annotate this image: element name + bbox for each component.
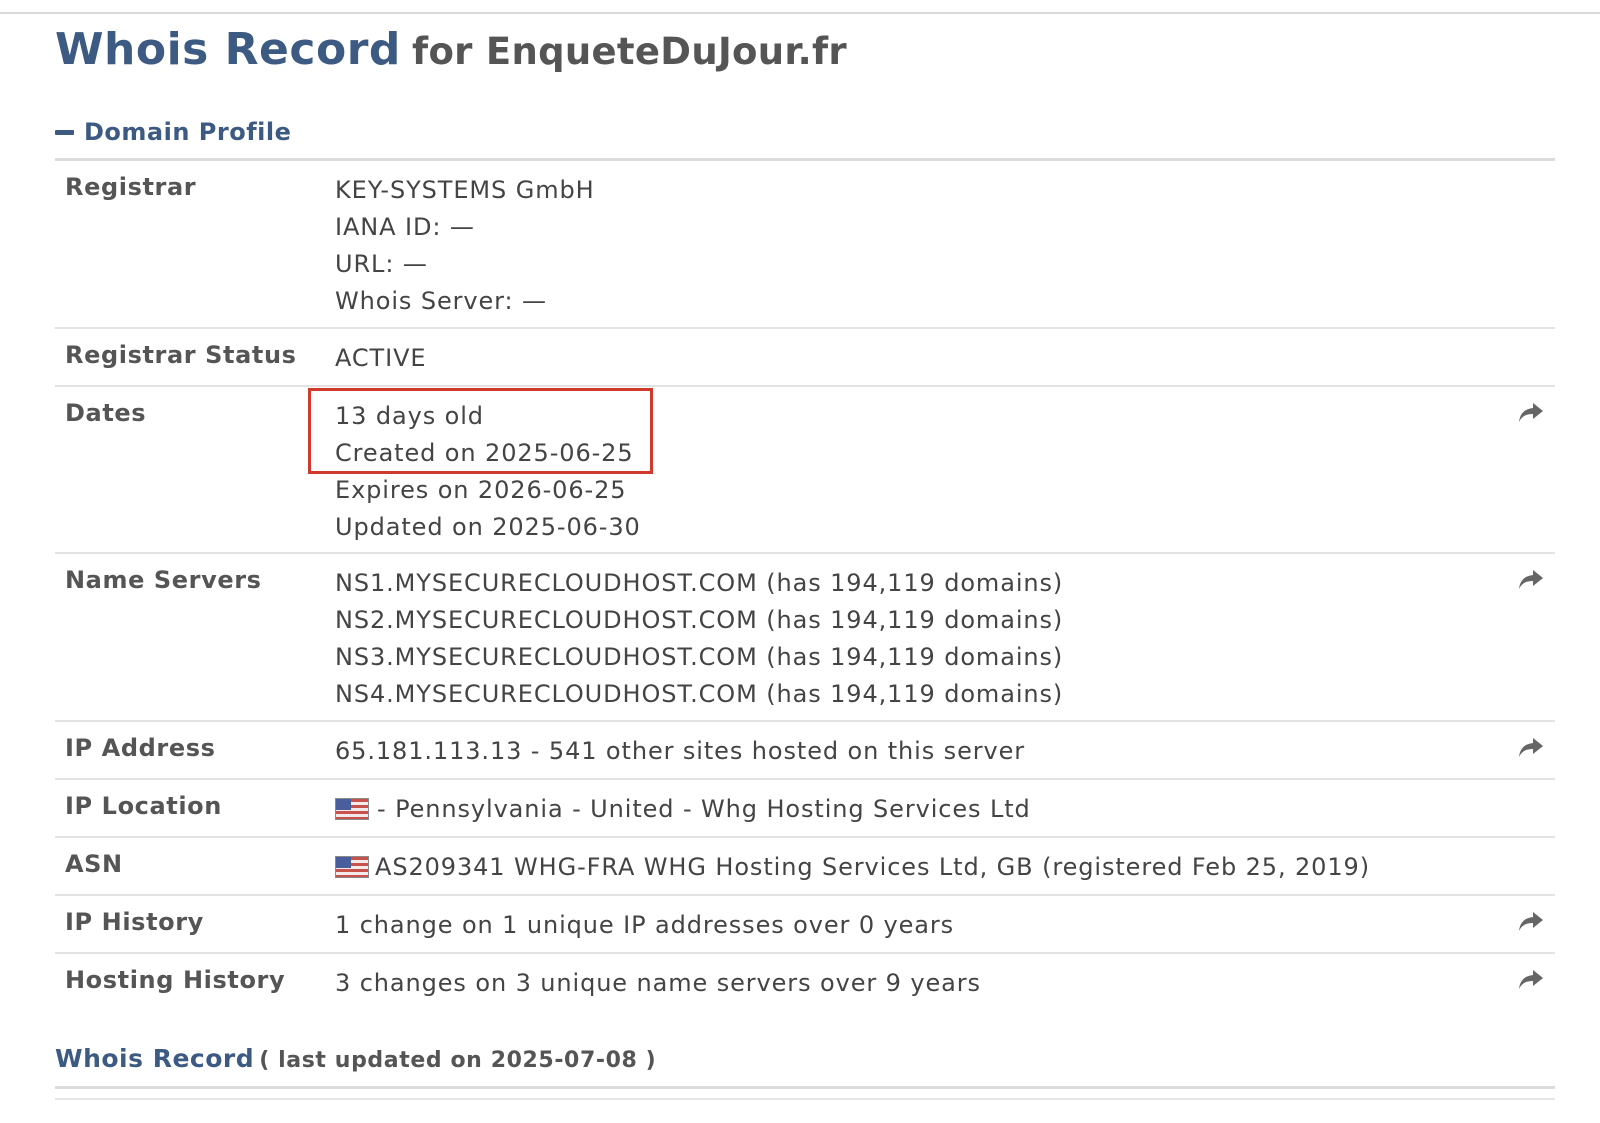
row-value-asn: AS209341 WHG-FRA WHG Hosting Services Lt… (335, 849, 1370, 886)
row-value-ip-address: 65.181.113.13 - 541 other sites hosted o… (335, 733, 1025, 770)
name-server-1[interactable]: NS1.MYSECURECLOUDHOST.COM (has 194,119 d… (335, 565, 1063, 602)
domain-profile-table: Registrar KEY-SYSTEMS GmbH IANA ID: — UR… (55, 161, 1555, 1012)
row-label-asn: ASN (65, 850, 123, 878)
row-label-name-servers: Name Servers (65, 566, 262, 594)
row-label-registrar-status: Registrar Status (65, 341, 297, 369)
name-server-3[interactable]: NS3.MYSECURECLOUDHOST.COM (has 194,119 d… (335, 639, 1063, 676)
table-row-hosting-history: Hosting History 3 changes on 3 unique na… (55, 954, 1555, 1012)
expires-date: Expires on 2026-06-25 (335, 476, 627, 504)
whois-record-updated: ( last updated on 2025-07-08 ) (259, 1048, 657, 1073)
table-row-ip-location: IP Location - Pennsylvania - United - Wh… (55, 780, 1555, 838)
updated-date: Updated on 2025-06-30 (335, 513, 641, 541)
row-label-ip-address: IP Address (65, 734, 216, 762)
table-row-name-servers: Name Servers NS1.MYSECURECLOUDHOST.COM (… (55, 554, 1555, 722)
domain-age: 13 days old (335, 402, 484, 430)
row-label-dates: Dates (65, 399, 147, 427)
share-arrow-icon[interactable] (1517, 568, 1545, 592)
minus-icon (55, 129, 74, 135)
us-flag-icon (335, 856, 369, 878)
table-row-ip-history: IP History 1 change on 1 unique IP addre… (55, 896, 1555, 954)
row-value-hosting-history: 3 changes on 3 unique name servers over … (335, 965, 981, 1002)
us-flag-icon (335, 798, 369, 820)
registrar-iana-id: IANA ID: — (335, 213, 475, 241)
created-date: Created on 2025-06-25 (335, 439, 634, 467)
domain-profile-toggle[interactable]: Domain Profile (55, 114, 291, 150)
share-arrow-icon[interactable] (1517, 968, 1545, 992)
page-title-main: Whois Record (55, 24, 401, 75)
row-label-hosting-history: Hosting History (65, 966, 286, 994)
share-arrow-icon[interactable] (1517, 910, 1545, 934)
ip-address-value[interactable]: 65.181.113.13 - 541 other sites hosted o… (335, 733, 1025, 770)
row-label-ip-location: IP Location (65, 792, 222, 820)
share-arrow-icon[interactable] (1517, 401, 1545, 425)
whois-record-link[interactable]: Whois Record (55, 1044, 254, 1073)
ip-history-value[interactable]: 1 change on 1 unique IP addresses over 0… (335, 907, 954, 944)
share-arrow-icon[interactable] (1517, 736, 1545, 760)
bottom-divider (55, 1086, 1555, 1089)
registrar-url: URL: — (335, 250, 428, 278)
row-value-name-servers: NS1.MYSECURECLOUDHOST.COM (has 194,119 d… (335, 565, 1063, 713)
table-row-ip-address: IP Address 65.181.113.13 - 541 other sit… (55, 722, 1555, 780)
table-row-asn: ASN AS209341 WHG-FRA WHG Hosting Service… (55, 838, 1555, 896)
asn-value: AS209341 WHG-FRA WHG Hosting Services Lt… (375, 853, 1370, 881)
name-server-2[interactable]: NS2.MYSECURECLOUDHOST.COM (has 194,119 d… (335, 602, 1063, 639)
name-server-4[interactable]: NS4.MYSECURECLOUDHOST.COM (has 194,119 d… (335, 676, 1063, 713)
domain-profile-title: Domain Profile (84, 118, 292, 146)
bottom-divider-secondary (55, 1098, 1555, 1100)
table-row-dates: Dates 13 days old Created on 2025-06-25 … (55, 387, 1555, 554)
row-value-ip-location: - Pennsylvania - United - Whg Hosting Se… (335, 791, 1031, 828)
registrar-status-value: ACTIVE (335, 344, 427, 372)
row-value-registrar: KEY-SYSTEMS GmbH IANA ID: — URL: — Whois… (335, 172, 595, 320)
whois-record-header: Whois Record ( last updated on 2025-07-0… (55, 1040, 656, 1081)
ip-location-value: - Pennsylvania - United - Whg Hosting Se… (377, 795, 1031, 823)
page-title: Whois Record for EnqueteDuJour.fr (55, 20, 847, 83)
hosting-history-value[interactable]: 3 changes on 3 unique name servers over … (335, 965, 981, 1002)
row-value-ip-history: 1 change on 1 unique IP addresses over 0… (335, 907, 954, 944)
registrar-whois-server: Whois Server: — (335, 287, 547, 315)
table-row-registrar: Registrar KEY-SYSTEMS GmbH IANA ID: — UR… (55, 161, 1555, 329)
table-row-registrar-status: Registrar Status ACTIVE (55, 329, 1555, 387)
row-label-ip-history: IP History (65, 908, 204, 936)
top-divider (0, 12, 1600, 14)
row-value-registrar-status: ACTIVE (335, 340, 426, 377)
page-title-domain: for EnqueteDuJour.fr (412, 30, 847, 73)
row-label-registrar: Registrar (65, 173, 197, 201)
row-value-dates: 13 days old Created on 2025-06-25 Expire… (335, 398, 641, 546)
registrar-name: KEY-SYSTEMS GmbH (335, 176, 595, 204)
